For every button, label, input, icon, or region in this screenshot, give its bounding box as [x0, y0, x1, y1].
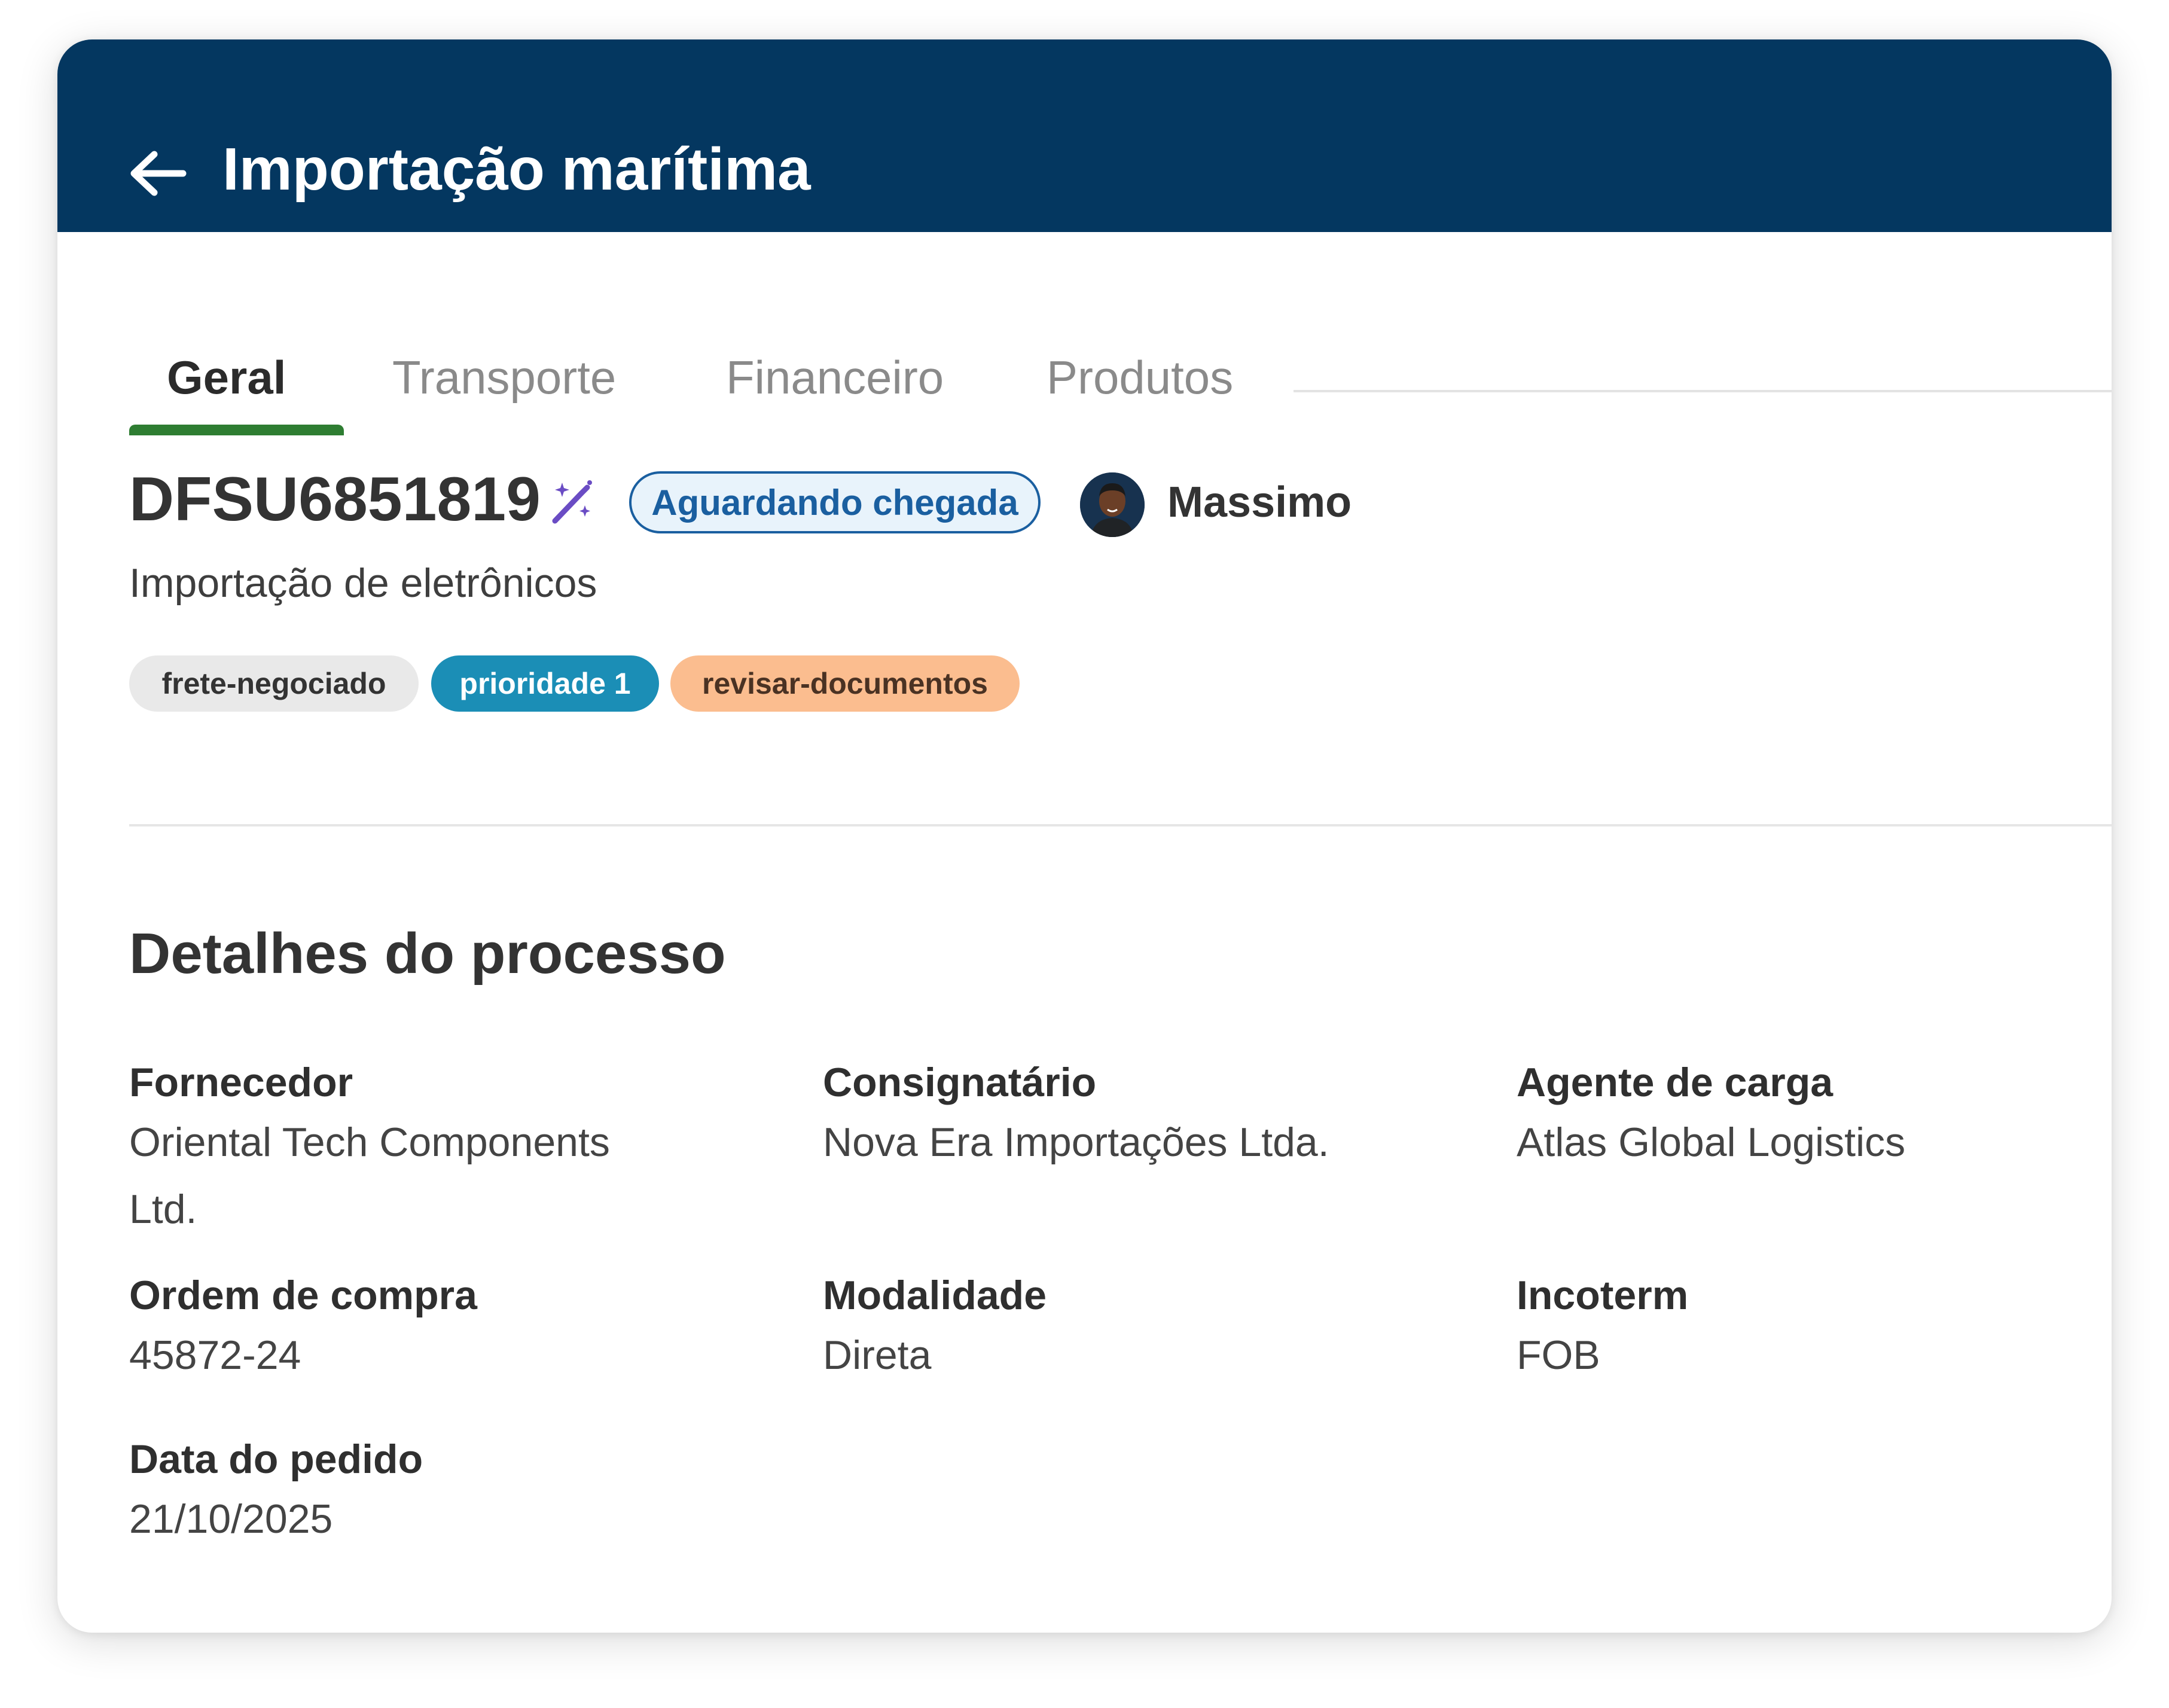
field-value: Nova Era Importações Ltda.	[823, 1120, 1329, 1165]
field-label: Consignatário	[823, 1060, 1097, 1105]
tag-label: revisar-documentos	[702, 667, 988, 700]
tab-bar: Geral Transporte Financeiro Produtos	[57, 321, 2112, 440]
field-value: 45872-24	[129, 1332, 301, 1378]
field-label: Agente de carga	[1517, 1060, 1834, 1105]
magic-wand-icon[interactable]	[548, 479, 596, 527]
back-button[interactable]	[124, 141, 190, 207]
tag-frete-negociado[interactable]: frete-negociado	[129, 655, 419, 712]
field-incoterm: Incoterm FOB	[1517, 1269, 2112, 1389]
status-label: Aguardando chegada	[651, 482, 1018, 523]
process-id: DFSU6851819	[129, 465, 541, 534]
field-label: Data do pedido	[129, 1436, 423, 1482]
tab-produtos[interactable]: Produtos	[1047, 350, 1233, 405]
tab-financeiro[interactable]: Financeiro	[726, 350, 944, 405]
tag-revisar-documentos[interactable]: revisar-documentos	[670, 655, 1020, 712]
field-data-do-pedido: Data do pedido 21/10/2025	[129, 1433, 727, 1553]
field-fornecedor: Fornecedor Oriental Tech Components Ltd.	[129, 1056, 727, 1243]
field-value: FOB	[1517, 1332, 1600, 1378]
tag-prioridade[interactable]: prioridade 1	[431, 655, 659, 712]
field-value: Oriental Tech Components Ltd.	[129, 1120, 610, 1232]
field-value: Direta	[823, 1332, 932, 1378]
tab-transporte[interactable]: Transporte	[392, 350, 616, 405]
field-label: Incoterm	[1517, 1273, 1689, 1318]
field-label: Modalidade	[823, 1273, 1047, 1318]
field-label: Ordem de compra	[129, 1273, 477, 1318]
status-badge: Aguardando chegada	[629, 471, 1041, 533]
field-agente-de-carga: Agente de carga Atlas Global Logistics	[1517, 1056, 2112, 1176]
active-tab-indicator	[129, 425, 344, 435]
field-modalidade: Modalidade Direta	[823, 1269, 1421, 1389]
owner-name: Massimo	[1167, 478, 1352, 526]
field-label: Fornecedor	[129, 1060, 353, 1105]
process-card: Importação marítima Geral Transporte Fin…	[57, 39, 2112, 1633]
field-consignatario: Consignatário Nova Era Importações Ltda.	[823, 1056, 1421, 1176]
page-title: Importação marítima	[222, 136, 811, 203]
section-title: Detalhes do processo	[129, 922, 726, 986]
tab-geral[interactable]: Geral	[167, 350, 286, 405]
field-ordem-de-compra: Ordem de compra 45872-24	[129, 1269, 727, 1389]
avatar[interactable]	[1080, 472, 1145, 537]
field-value: 21/10/2025	[129, 1496, 333, 1542]
tag-label: frete-negociado	[161, 667, 386, 700]
tabs-divider	[1294, 390, 2112, 392]
arrow-left-icon	[130, 151, 187, 196]
tag-label: prioridade 1	[459, 667, 631, 700]
section-divider	[129, 824, 2112, 826]
process-description: Importação de eletrônicos	[129, 560, 597, 606]
field-value: Atlas Global Logistics	[1517, 1120, 1906, 1165]
app-header: Importação marítima	[57, 39, 2112, 232]
